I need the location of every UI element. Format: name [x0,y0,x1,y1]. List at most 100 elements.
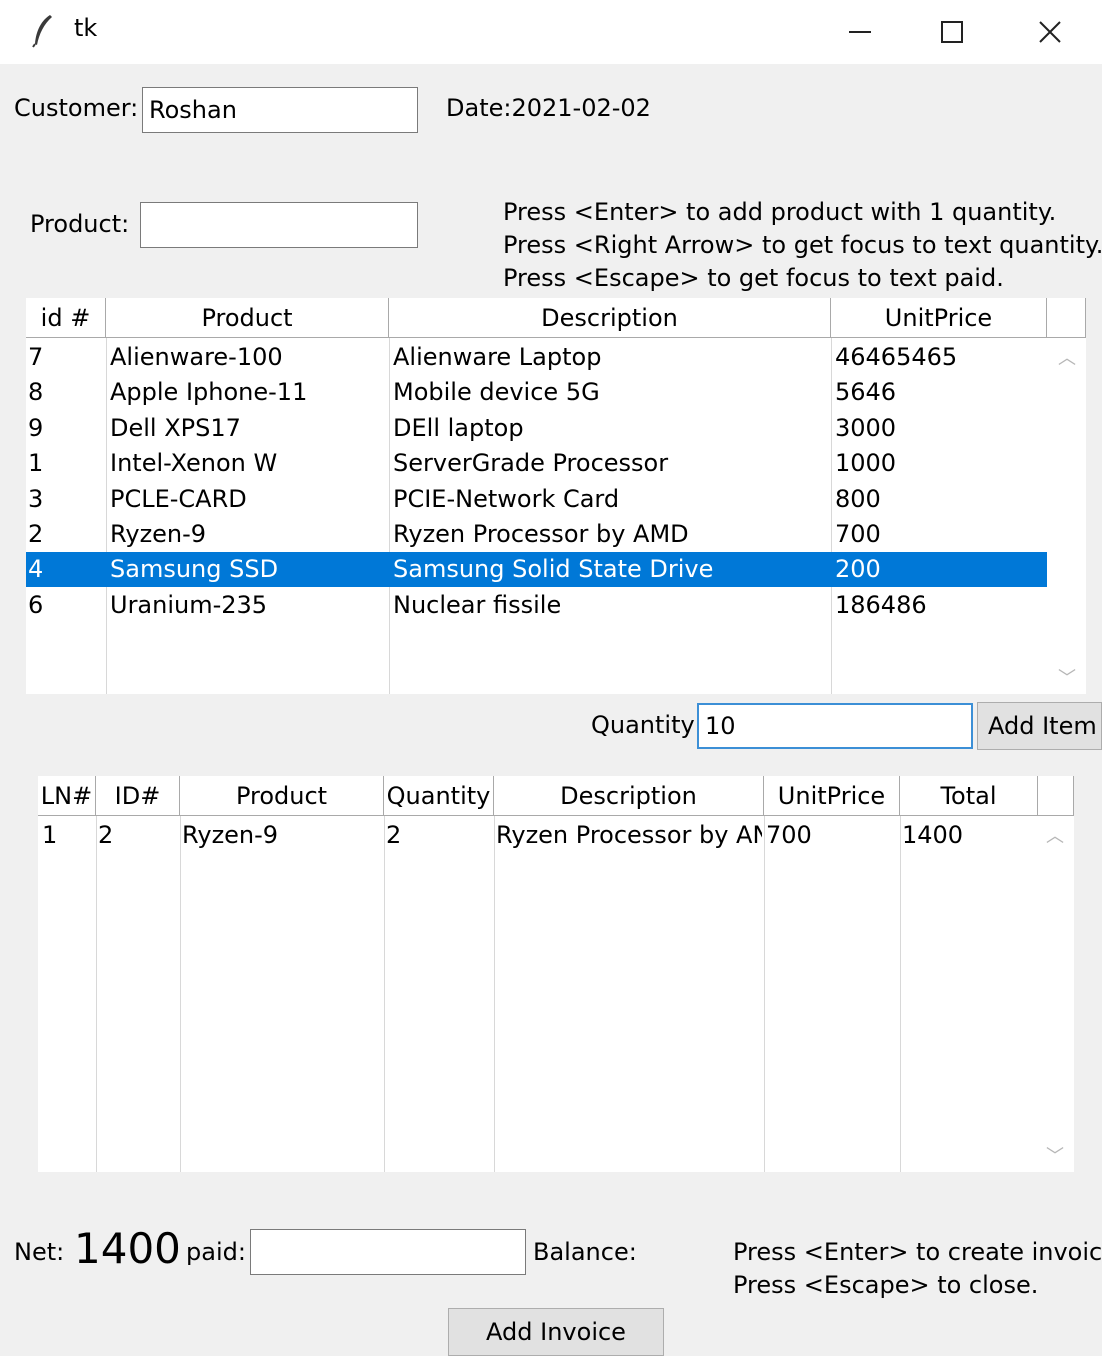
customer-input[interactable] [142,87,418,133]
table-cell: Samsung Solid State Drive [393,555,714,584]
minimize-button[interactable] [820,0,900,64]
table-cell: 186486 [835,590,927,619]
scroll-up-icon[interactable]: ︿ [1052,344,1082,370]
table-row[interactable]: 1 Intel-Xenon W ServerGrade Processor 1000 [26,446,1047,481]
title-bar: tk [0,0,1102,64]
table-cell: 3000 [835,413,897,442]
table-cell: 2 [28,520,44,548]
table-cell: Mobile device 5G [393,378,600,407]
product-input[interactable] [140,202,418,248]
table-cell: Apple Iphone-11 [110,378,308,407]
balance-label: Balance: [533,1238,637,1266]
table-row[interactable]: 8 Apple Iphone-11 Mobile device 5G 5646 [26,375,1047,410]
product-hints: Press <Enter> to add product with 1 quan… [503,196,1102,295]
window-title: tk [74,14,98,42]
table-cell: 8 [28,378,44,407]
column-header-spacer [1047,298,1086,338]
table-row[interactable]: 9 Dell XPS17 DEll laptop 3000 [26,411,1047,446]
hint-line: Press <Enter> to add product with 1 quan… [503,198,1057,226]
table-cell: PCLE-CARD [110,484,247,513]
net-label: Net: [14,1238,65,1266]
table-cell: 1000 [835,449,897,478]
table-row[interactable]: 2 Ryzen-9 Ryzen Processor by AMD 700 [26,517,1047,552]
column-divider [494,816,495,1172]
column-header-id[interactable]: id # [26,298,106,338]
table-cell: Alienware-100 [110,343,283,371]
column-divider [384,816,385,1172]
table-cell: Samsung SSD [110,555,279,584]
column-header-ln[interactable]: LN# [38,776,96,816]
column-header-id[interactable]: ID# [96,776,180,816]
hint-line: Press <Enter> to create invoice. [733,1238,1102,1266]
table-cell: 7 [28,343,44,371]
quantity-label: Quantity [591,711,695,739]
table-cell: 46465465 [835,343,958,371]
table-cell: Ryzen-9 [182,821,279,849]
table-cell: Ryzen Processor by AN [496,821,762,849]
close-button[interactable] [1010,0,1090,64]
feather-icon [32,15,52,48]
paid-input[interactable] [250,1229,526,1275]
add-item-button[interactable]: Add Item [977,702,1102,750]
scroll-up-icon[interactable]: ︿ [1040,822,1070,848]
table-row[interactable]: 4 Samsung SSD Samsung Solid State Drive 200 [26,552,1047,588]
column-header-description[interactable]: Description [389,298,831,338]
table-cell: 3 [28,484,44,513]
customer-label: Customer: [14,94,139,122]
table-cell: 6 [28,590,44,619]
scroll-down-icon[interactable]: ﹀ [1052,664,1082,690]
table-row[interactable]: 6 Uranium-235 Nuclear fissile 186486 [26,588,1047,623]
column-divider [180,816,181,1172]
table-cell: 200 [835,555,881,584]
table-cell: Ryzen Processor by AMD [393,520,689,548]
table-cell: 1 [28,449,44,478]
column-header-quantity[interactable]: Quantity [384,776,494,816]
date-text: Date:2021-02-02 [446,94,651,122]
hint-line: Press <Right Arrow> to get focus to text… [503,231,1102,259]
product-label: Product: [30,210,130,238]
products-table[interactable]: id # Product Description UnitPrice 7 Alie… [26,298,1086,694]
column-header-product[interactable]: Product [180,776,384,816]
table-cell: Ryzen-9 [110,520,207,548]
table-cell: 2 [386,821,402,849]
table-cell: 1 [42,821,58,849]
table-row[interactable]: 7 Alienware-100 Alienware Laptop 46465465 [26,340,1047,375]
table-cell: 700 [766,821,812,849]
hint-line: Press <Escape> to close. [733,1271,1039,1299]
minimize-icon [849,31,871,33]
table-row[interactable]: 3 PCLE-CARD PCIE-Network Card 800 [26,482,1047,517]
table-cell: Uranium-235 [110,590,268,619]
column-header-total[interactable]: Total [900,776,1038,816]
quantity-input[interactable] [697,703,973,749]
table-cell: DEll laptop [393,413,524,442]
column-header-description[interactable]: Description [494,776,764,816]
table-cell: Nuclear fissile [393,590,562,619]
net-value: 1400 [74,1224,181,1273]
column-divider [900,816,901,1172]
column-divider [764,816,765,1172]
add-invoice-button[interactable]: Add Invoice [448,1308,664,1356]
column-header-unitprice[interactable]: UnitPrice [764,776,900,816]
table-cell: 800 [835,484,881,513]
close-icon [1039,21,1061,43]
invoice-hints: Press <Enter> to create invoice. Press <… [733,1236,1102,1302]
table-cell: Alienware Laptop [393,343,602,371]
table-cell: 1400 [902,821,964,849]
maximize-icon [941,21,963,43]
invoice-table[interactable]: LN# ID# Product Quantity Description Uni… [38,776,1074,1172]
table-cell: 5646 [835,378,897,407]
maximize-button[interactable] [912,0,992,64]
column-header-product[interactable]: Product [106,298,389,338]
table-cell: PCIE-Network Card [393,484,620,513]
hint-line: Press <Escape> to get focus to text paid… [503,264,1004,292]
scroll-down-icon[interactable]: ﹀ [1040,1142,1070,1168]
table-cell: 2 [98,821,114,849]
table-cell: Dell XPS17 [110,413,241,442]
paid-label: paid: [186,1238,246,1266]
table-row[interactable]: 1 2 Ryzen-9 2 Ryzen Processor by AN 700 1400 [38,818,1038,853]
table-cell: ServerGrade Processor [393,449,669,478]
column-header-unitprice[interactable]: UnitPrice [831,298,1047,338]
column-divider [96,816,97,1172]
table-cell: Intel-Xenon W [110,449,278,478]
table-cell: 4 [28,555,44,584]
